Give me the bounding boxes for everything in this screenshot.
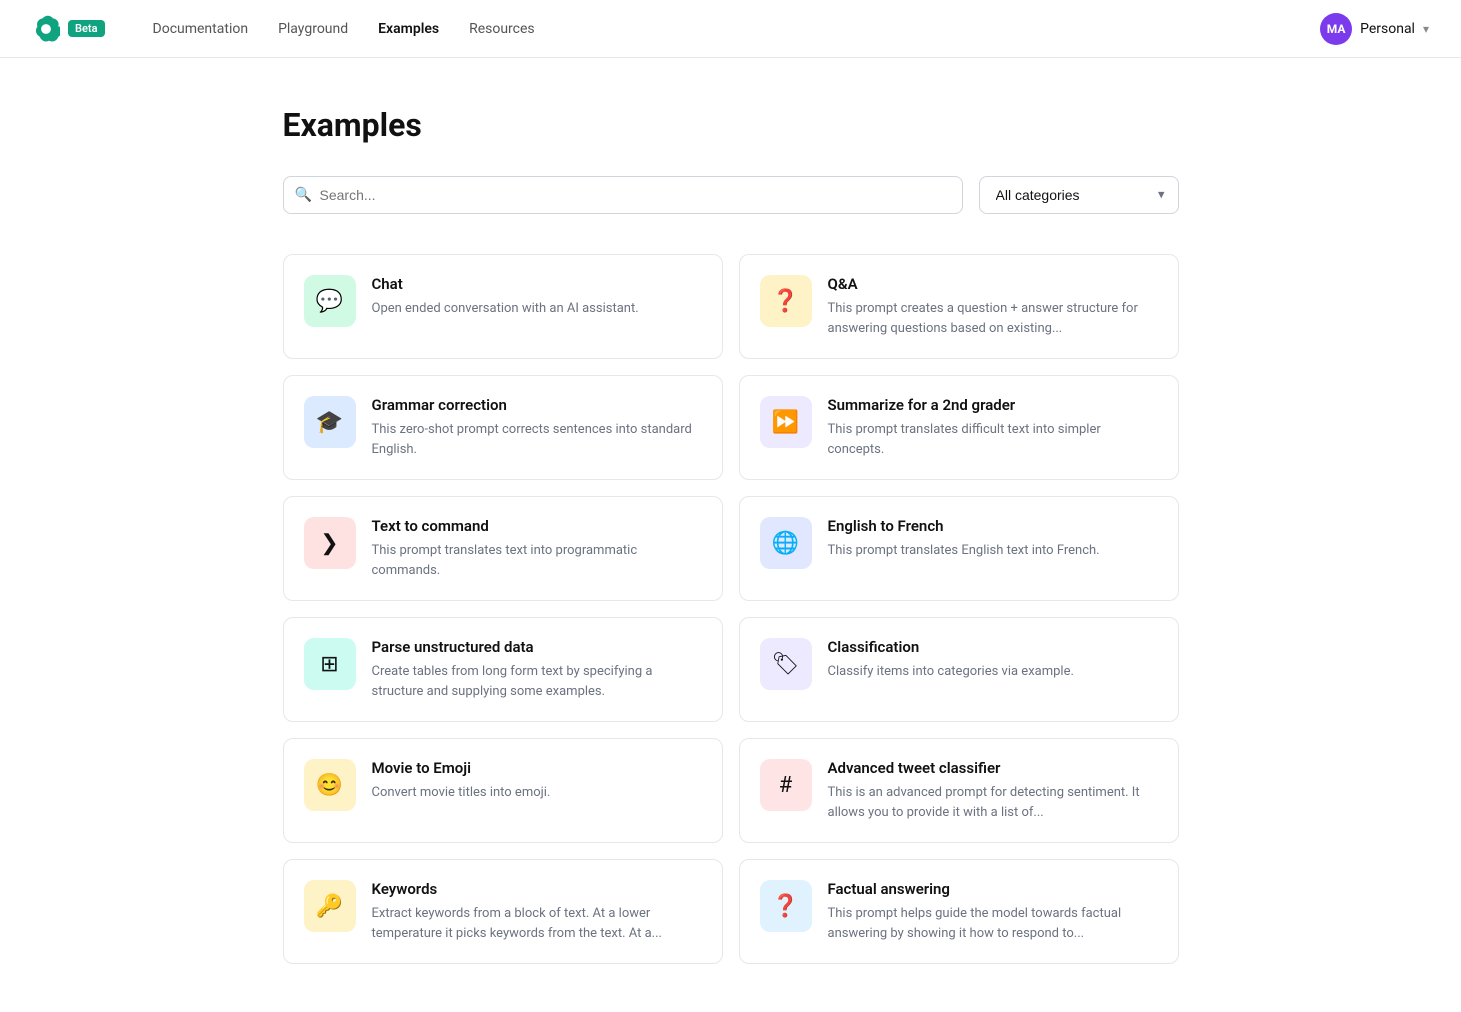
card-icon-parse-unstructured: ⊞ bbox=[304, 638, 356, 690]
card-icon-summarize-2nd-grader: ⏩ bbox=[760, 396, 812, 448]
card-desc-keywords: Extract keywords from a block of text. A… bbox=[372, 904, 702, 943]
card-desc-qa: This prompt creates a question + answer … bbox=[828, 299, 1158, 338]
card-text-keywords: Keywords Extract keywords from a block o… bbox=[372, 880, 702, 943]
card-icon-english-to-french: 🌐 bbox=[760, 517, 812, 569]
card-title-keywords: Keywords bbox=[372, 880, 702, 898]
openai-logo-icon bbox=[32, 15, 60, 43]
example-card-movie-to-emoji[interactable]: 😊 Movie to Emoji Convert movie titles in… bbox=[283, 738, 723, 843]
card-title-summarize-2nd-grader: Summarize for a 2nd grader bbox=[828, 396, 1158, 414]
card-desc-grammar-correction: This zero-shot prompt corrects sentences… bbox=[372, 420, 702, 459]
card-title-parse-unstructured: Parse unstructured data bbox=[372, 638, 702, 656]
page-title: Examples bbox=[283, 106, 1179, 144]
example-card-classification[interactable]: 🏷 Classification Classify items into cat… bbox=[739, 617, 1179, 722]
user-name: Personal bbox=[1360, 21, 1415, 37]
card-desc-advanced-tweet-classifier: This is an advanced prompt for detecting… bbox=[828, 783, 1158, 822]
category-filter: All categories Generation Transformation… bbox=[979, 176, 1179, 214]
card-title-classification: Classification bbox=[828, 638, 1158, 656]
avatar: MA bbox=[1320, 13, 1352, 45]
logo[interactable]: Beta bbox=[32, 15, 105, 43]
nav-link-playground[interactable]: Playground bbox=[266, 15, 360, 43]
navbar-links: Documentation Playground Examples Resour… bbox=[141, 15, 1321, 43]
card-title-advanced-tweet-classifier: Advanced tweet classifier bbox=[828, 759, 1158, 777]
example-card-grammar-correction[interactable]: 🎓 Grammar correction This zero-shot prom… bbox=[283, 375, 723, 480]
nav-link-documentation[interactable]: Documentation bbox=[141, 15, 261, 43]
example-card-factual-answering[interactable]: ❓ Factual answering This prompt helps gu… bbox=[739, 859, 1179, 964]
card-title-text-to-command: Text to command bbox=[372, 517, 702, 535]
card-text-qa: Q&A This prompt creates a question + ans… bbox=[828, 275, 1158, 338]
search-input[interactable] bbox=[283, 176, 963, 214]
card-desc-chat: Open ended conversation with an AI assis… bbox=[372, 299, 702, 319]
card-title-movie-to-emoji: Movie to Emoji bbox=[372, 759, 702, 777]
card-text-text-to-command: Text to command This prompt translates t… bbox=[372, 517, 702, 580]
card-desc-factual-answering: This prompt helps guide the model toward… bbox=[828, 904, 1158, 943]
card-title-english-to-french: English to French bbox=[828, 517, 1158, 535]
card-title-chat: Chat bbox=[372, 275, 702, 293]
card-text-classification: Classification Classify items into categ… bbox=[828, 638, 1158, 682]
nav-link-examples[interactable]: Examples bbox=[366, 15, 451, 43]
nav-link-resources[interactable]: Resources bbox=[457, 15, 547, 43]
card-desc-summarize-2nd-grader: This prompt translates difficult text in… bbox=[828, 420, 1158, 459]
search-icon: 🔍 bbox=[295, 187, 312, 203]
category-select[interactable]: All categories Generation Transformation… bbox=[979, 176, 1179, 214]
example-card-chat[interactable]: 💬 Chat Open ended conversation with an A… bbox=[283, 254, 723, 359]
card-icon-classification: 🏷 bbox=[760, 638, 812, 690]
card-text-parse-unstructured: Parse unstructured data Create tables fr… bbox=[372, 638, 702, 701]
card-title-grammar-correction: Grammar correction bbox=[372, 396, 702, 414]
navbar: Beta Documentation Playground Examples R… bbox=[0, 0, 1461, 58]
card-desc-parse-unstructured: Create tables from long form text by spe… bbox=[372, 662, 702, 701]
card-icon-advanced-tweet-classifier: # bbox=[760, 759, 812, 811]
example-card-advanced-tweet-classifier[interactable]: # Advanced tweet classifier This is an a… bbox=[739, 738, 1179, 843]
card-icon-factual-answering: ❓ bbox=[760, 880, 812, 932]
chevron-down-icon: ▾ bbox=[1423, 22, 1429, 36]
example-card-summarize-2nd-grader[interactable]: ⏩ Summarize for a 2nd grader This prompt… bbox=[739, 375, 1179, 480]
card-text-factual-answering: Factual answering This prompt helps guid… bbox=[828, 880, 1158, 943]
card-text-advanced-tweet-classifier: Advanced tweet classifier This is an adv… bbox=[828, 759, 1158, 822]
example-card-keywords[interactable]: 🔑 Keywords Extract keywords from a block… bbox=[283, 859, 723, 964]
card-title-qa: Q&A bbox=[828, 275, 1158, 293]
card-desc-movie-to-emoji: Convert movie titles into emoji. bbox=[372, 783, 702, 803]
card-icon-movie-to-emoji: 😊 bbox=[304, 759, 356, 811]
card-icon-qa: ❓ bbox=[760, 275, 812, 327]
card-desc-english-to-french: This prompt translates English text into… bbox=[828, 541, 1158, 561]
card-icon-chat: 💬 bbox=[304, 275, 356, 327]
card-title-factual-answering: Factual answering bbox=[828, 880, 1158, 898]
card-text-grammar-correction: Grammar correction This zero-shot prompt… bbox=[372, 396, 702, 459]
card-text-summarize-2nd-grader: Summarize for a 2nd grader This prompt t… bbox=[828, 396, 1158, 459]
card-text-movie-to-emoji: Movie to Emoji Convert movie titles into… bbox=[372, 759, 702, 803]
example-card-english-to-french[interactable]: 🌐 English to French This prompt translat… bbox=[739, 496, 1179, 601]
main-content: Examples 🔍 All categories Generation Tra… bbox=[251, 58, 1211, 1012]
example-card-qa[interactable]: ❓ Q&A This prompt creates a question + a… bbox=[739, 254, 1179, 359]
beta-badge: Beta bbox=[68, 20, 105, 37]
search-wrapper: 🔍 bbox=[283, 176, 963, 214]
filter-row: 🔍 All categories Generation Transformati… bbox=[283, 176, 1179, 214]
example-card-parse-unstructured[interactable]: ⊞ Parse unstructured data Create tables … bbox=[283, 617, 723, 722]
example-card-text-to-command[interactable]: ❯ Text to command This prompt translates… bbox=[283, 496, 723, 601]
card-icon-text-to-command: ❯ bbox=[304, 517, 356, 569]
card-text-english-to-french: English to French This prompt translates… bbox=[828, 517, 1158, 561]
user-menu[interactable]: MA Personal ▾ bbox=[1320, 13, 1429, 45]
card-text-chat: Chat Open ended conversation with an AI … bbox=[372, 275, 702, 319]
card-desc-classification: Classify items into categories via examp… bbox=[828, 662, 1158, 682]
card-icon-keywords: 🔑 bbox=[304, 880, 356, 932]
examples-grid: 💬 Chat Open ended conversation with an A… bbox=[283, 254, 1179, 964]
card-icon-grammar-correction: 🎓 bbox=[304, 396, 356, 448]
card-desc-text-to-command: This prompt translates text into program… bbox=[372, 541, 702, 580]
